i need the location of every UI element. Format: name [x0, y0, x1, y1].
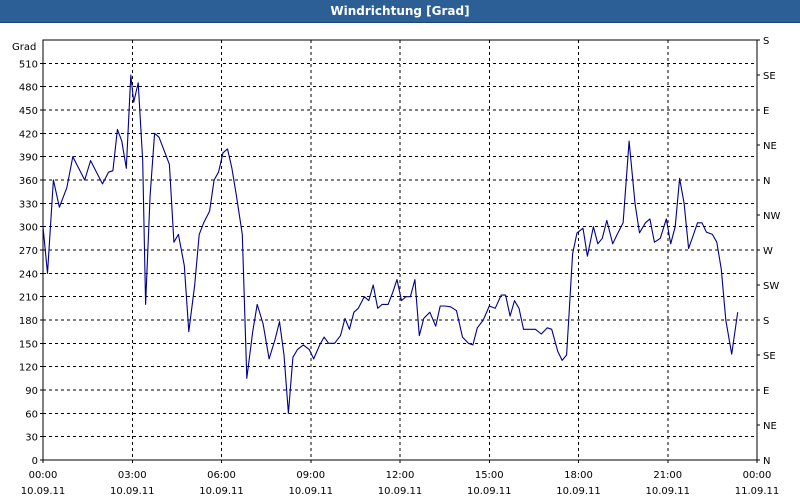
right-tick-label: SE	[763, 71, 776, 82]
y-tick-label: 180	[19, 316, 38, 327]
right-tick-label: N	[763, 456, 770, 467]
right-tick-label: W	[763, 246, 773, 257]
x-tick-time: 15:00	[475, 470, 504, 481]
y-tick-label: 60	[25, 409, 38, 420]
y-tick-label: 150	[19, 339, 38, 350]
right-tick-label: E	[763, 106, 769, 117]
x-tick-date: 10.09.11	[378, 486, 423, 497]
x-axis: 00:00 10.09.11 03:00 10.09.11 06:00 10.09.11 0…	[21, 460, 780, 497]
x-tick-date: 10.09.11	[288, 486, 333, 497]
right-tick-label: S	[763, 316, 769, 327]
x-tick-time: 06:00	[207, 470, 236, 481]
y-tick-label: 330	[19, 199, 38, 210]
x-tick-time: 00:00	[29, 470, 58, 481]
series-line	[42, 74, 739, 414]
y-tick-label: 480	[19, 83, 38, 94]
x-tick-time: 18:00	[564, 470, 593, 481]
x-tick-date: 10.09.11	[645, 486, 690, 497]
y-tick-label: 240	[19, 269, 38, 280]
y-tick-label: 360	[19, 176, 38, 187]
right-tick-label: NE	[763, 141, 777, 152]
x-tick-time: 03:00	[118, 470, 147, 481]
right-tick-label: NE	[763, 421, 777, 432]
y-tick-label: 450	[19, 106, 38, 117]
y-tick-label: 90	[25, 386, 38, 397]
x-tick-date: 10.09.11	[467, 486, 512, 497]
x-tick-date: 10.09.11	[21, 486, 66, 497]
y-tick-label: 120	[19, 363, 38, 374]
x-tick-time: 21:00	[653, 470, 682, 481]
y-tick-label: 510	[19, 59, 38, 70]
y-tick-label: 300	[19, 223, 38, 234]
x-tick-time: 09:00	[296, 470, 325, 481]
chart-window: Windrichtung [Grad] 0 30 60 90 120 150 180 210 2…	[0, 0, 800, 500]
right-tick-label: SE	[763, 351, 776, 362]
x-tick-time: 12:00	[386, 470, 415, 481]
x-tick-date: 10.09.11	[556, 486, 601, 497]
y-tick-label: 420	[19, 129, 38, 140]
y-axis-right: S SE E NE N NW W SW S SE E NE N	[757, 36, 780, 467]
y-tick-label: 210	[19, 293, 38, 304]
y-axis-unit-label: Grad	[12, 42, 36, 53]
right-tick-label: N	[763, 176, 770, 187]
right-tick-label: SW	[763, 281, 779, 292]
x-tick-date: 10.09.11	[199, 486, 244, 497]
y-axis-left: 0 30 60 90 120 150 180 210 240 270 300 330 360 390 420…	[19, 59, 43, 467]
x-tick-date: 11.09.11	[735, 486, 780, 497]
x-tick-date: 10.09.11	[110, 486, 155, 497]
right-tick-label: S	[763, 36, 769, 47]
y-tick-label: 30	[25, 433, 38, 444]
y-tick-label: 270	[19, 246, 38, 257]
y-tick-label: 0	[32, 456, 38, 467]
line-chart: 0 30 60 90 120 150 180 210 240 270 300 330 360 390 420…	[12, 36, 780, 497]
series-layer	[42, 74, 739, 414]
right-tick-label: NW	[763, 211, 780, 222]
grid-lines	[43, 40, 757, 460]
right-tick-label: E	[763, 386, 769, 397]
y-tick-label: 390	[19, 153, 38, 164]
x-tick-time: 00:00	[743, 470, 772, 481]
